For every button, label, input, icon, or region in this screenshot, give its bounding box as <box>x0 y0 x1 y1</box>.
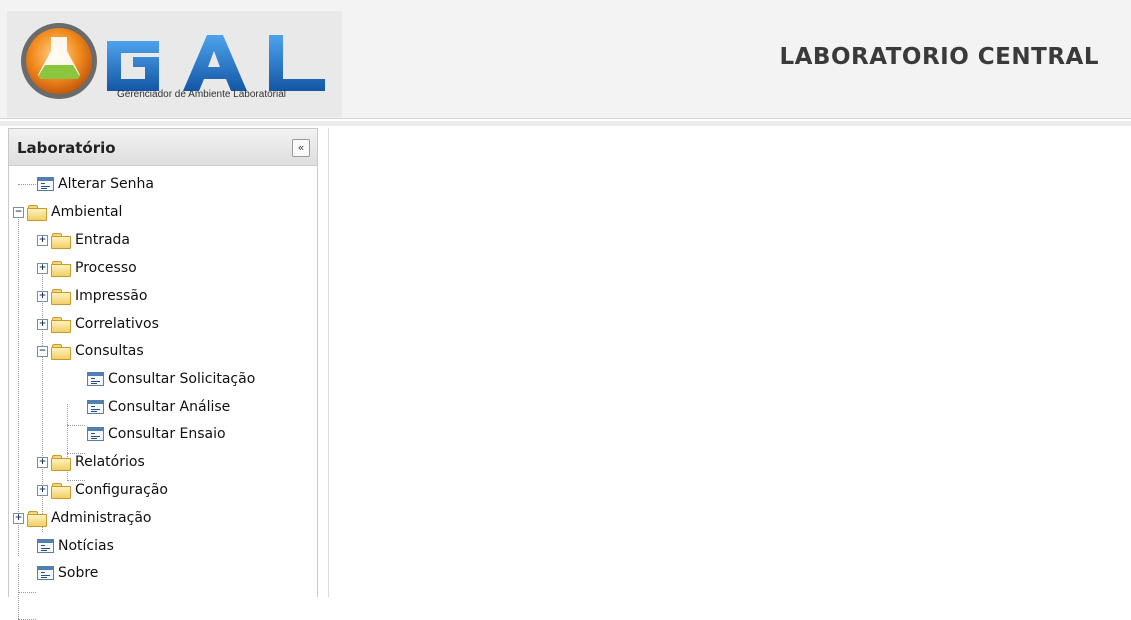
tree-item-label: Configuração <box>75 482 168 498</box>
tree-item-label: Consultas <box>75 343 144 359</box>
tree-item-label: Consultar Solicitação <box>108 371 256 387</box>
folder-icon <box>51 288 71 305</box>
collapse-sidebar-button[interactable]: « <box>292 139 310 157</box>
tree-item-consultar-ensaio[interactable]: Consultar Ensaio <box>87 423 226 445</box>
tree-item-alterar-senha[interactable]: Alterar Senha <box>37 173 154 195</box>
tree-item-sobre[interactable]: Sobre <box>37 562 98 584</box>
sidebar-title: Laboratório <box>17 139 116 157</box>
tree-item-label: Administração <box>51 510 152 526</box>
folder-open-icon <box>51 343 71 360</box>
minus-toggle-icon[interactable]: − <box>13 206 24 218</box>
plus-toggle-icon[interactable]: + <box>37 484 48 496</box>
app-header: Gerenciador de Ambiente Laboratorial LAB… <box>0 0 1131 119</box>
header-divider <box>0 121 1131 126</box>
gal-logo: Gerenciador de Ambiente Laboratorial <box>7 11 342 117</box>
plus-toggle-icon[interactable]: + <box>37 318 48 330</box>
folder-icon <box>51 316 71 333</box>
plus-toggle-icon[interactable]: + <box>13 512 24 524</box>
tree-item-impressao[interactable]: + Impressão <box>37 285 147 307</box>
tree-item-label: Impressão <box>75 288 148 304</box>
tree-item-configuracao[interactable]: + Configuração <box>37 479 168 501</box>
sidebar-header: Laboratório « <box>9 129 317 166</box>
tree-item-consultar-solicitacao[interactable]: Consultar Solicitação <box>87 368 255 390</box>
tree-item-label: Notícias <box>58 538 114 554</box>
tree-item-consultas[interactable]: − Consultas <box>37 340 144 362</box>
folder-open-icon <box>27 204 47 221</box>
page-icon <box>37 539 54 553</box>
page-icon <box>37 566 54 580</box>
tree-guide-line <box>18 212 19 556</box>
folder-icon <box>51 482 71 499</box>
tree-item-consultar-analise[interactable]: Consultar Análise <box>87 396 230 418</box>
tree-item-label: Relatórios <box>75 454 145 470</box>
tree-item-label: Sobre <box>58 565 99 581</box>
tree-guide-line <box>18 564 19 619</box>
tree-item-entrada[interactable]: + Entrada <box>37 229 130 251</box>
tree-item-correlativos[interactable]: + Correlativos <box>37 313 159 335</box>
plus-toggle-icon[interactable]: + <box>37 456 48 468</box>
tree-item-label: Processo <box>75 260 137 276</box>
tree-item-processo[interactable]: + Processo <box>37 257 137 279</box>
page-icon <box>87 400 104 414</box>
tree-item-label: Alterar Senha <box>58 176 154 192</box>
tree-item-label: Ambiental <box>51 204 123 220</box>
page-title: LABORATORIO CENTRAL <box>779 44 1099 70</box>
tree-item-label: Entrada <box>75 232 131 248</box>
gal-logo-graphic <box>21 23 325 99</box>
tree-guide-line <box>18 184 36 185</box>
main-content-area <box>328 128 1131 597</box>
plus-toggle-icon[interactable]: + <box>37 234 48 246</box>
tree-item-label: Correlativos <box>75 316 159 332</box>
page-icon <box>87 372 104 386</box>
double-chevron-left-icon: « <box>297 141 305 154</box>
folder-icon <box>51 260 71 277</box>
plus-toggle-icon[interactable]: + <box>37 290 48 302</box>
page-icon <box>37 177 54 191</box>
folder-icon <box>51 454 71 471</box>
tree-item-relatorios[interactable]: + Relatórios <box>37 451 145 473</box>
sidebar-panel: Laboratório « Alterar Senha − Ambiental + En… <box>8 128 318 620</box>
folder-icon <box>51 232 71 249</box>
plus-toggle-icon[interactable]: + <box>37 262 48 274</box>
tree-item-label: Consultar Ensaio <box>108 426 226 442</box>
tree-guide-line <box>67 425 85 426</box>
tree-item-label: Consultar Análise <box>108 399 231 415</box>
tree-item-noticias[interactable]: Notícias <box>37 535 114 557</box>
tree-item-administracao[interactable]: + Administração <box>13 507 151 529</box>
tree-guide-line <box>18 592 36 593</box>
minus-toggle-icon[interactable]: − <box>37 345 48 357</box>
tree-item-ambiental[interactable]: − Ambiental <box>13 201 122 223</box>
logo-tagline: Gerenciador de Ambiente Laboratorial <box>117 89 286 100</box>
folder-icon <box>27 510 47 527</box>
page-icon <box>87 427 104 441</box>
